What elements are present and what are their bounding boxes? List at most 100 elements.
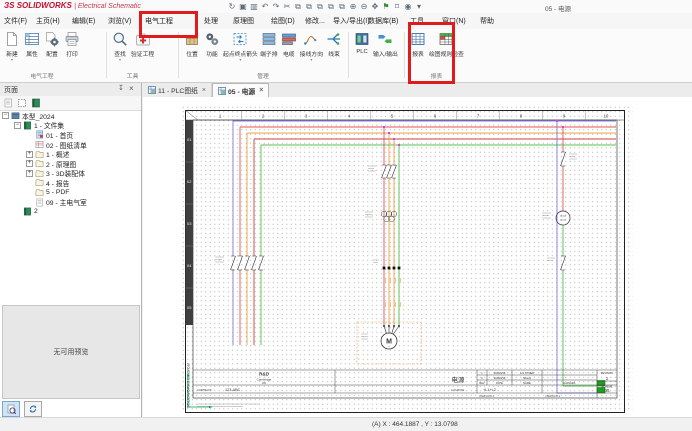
inputs-outputs-icon	[377, 31, 393, 47]
refresh-icon[interactable]: ↻	[228, 2, 236, 12]
column-number: 7	[477, 114, 480, 119]
tree-item-1[interactable]: −本型_2024	[0, 111, 141, 121]
tree-item-label: 02 - 图纸清单	[46, 140, 87, 150]
tab-label: 05 - 电源	[228, 86, 255, 96]
clipboard-icon[interactable]: ⧉	[338, 2, 346, 12]
tab-close-icon[interactable]: ×	[259, 87, 263, 94]
expand-icon[interactable]: +	[26, 151, 33, 158]
menu-item-14[interactable]: 帮助	[480, 16, 494, 26]
ribbon-button-configuration[interactable]: 配置	[42, 29, 62, 58]
expand-icon[interactable]: +	[26, 160, 33, 167]
menu-item-3[interactable]: 编辑(E)	[72, 16, 95, 26]
row-label: 04	[187, 263, 192, 268]
tree-item-4[interactable]: 02 - 图纸清单	[0, 140, 141, 150]
zoom-window-icon[interactable]: ⌑	[393, 2, 401, 12]
save-icon[interactable]: ▣	[239, 2, 247, 12]
menu-item-2[interactable]: 主页(H)	[36, 16, 60, 26]
collapse-icon[interactable]: −	[2, 112, 9, 119]
page-icon[interactable]	[3, 98, 13, 108]
tree-item-10[interactable]: 09 - 主电气室	[0, 197, 141, 207]
location-label: LOCATION:	[451, 388, 465, 392]
ribbon-button-label: 属性	[26, 49, 38, 58]
collapse-icon[interactable]: −	[14, 122, 21, 129]
company-country: UK	[262, 381, 266, 385]
zoom-in-icon[interactable]: ⊕	[349, 2, 357, 12]
tree-item-6[interactable]: +2 - 原理图	[0, 159, 141, 169]
document-tab-bar: 11 - PLC图纸× 05 - 电源 ×	[143, 83, 692, 98]
contract-label: CONTRACT:	[197, 388, 212, 392]
dropdown-icon[interactable]: ▾	[415, 2, 423, 12]
menu-item-6[interactable]: 处理	[204, 16, 218, 26]
close-icon[interactable]: ×	[129, 84, 134, 93]
pin-icon[interactable]: ↧	[118, 84, 124, 92]
help-icon[interactable]: ◉	[404, 2, 412, 12]
tree-item-8[interactable]: 4 - 报告	[0, 178, 141, 188]
ribbon-button-terminal-strip[interactable]: 端子排	[259, 29, 279, 58]
copy-icon[interactable]: ⧉	[294, 2, 302, 12]
ribbon-button-find[interactable]: 查找▾	[110, 29, 130, 61]
drawing-canvas[interactable]: 12345678910 0102030405	[143, 97, 692, 417]
menu-item-11[interactable]: 数据库(B)	[368, 16, 398, 26]
ribbon-button-label: 输入/输出	[373, 49, 398, 58]
preview-toggle-button[interactable]	[2, 401, 20, 417]
preview-empty-text: 无可用预览	[54, 347, 89, 357]
ribbon-button-label: 验证工程	[131, 49, 154, 58]
tree-item-7[interactable]: +3 - 3D装配体	[0, 169, 141, 179]
dropdown-caret-icon[interactable]: ▾	[119, 58, 121, 61]
dropdown-caret-icon[interactable]: ▾	[11, 58, 13, 61]
tree-item-9[interactable]: 5 - PDF	[0, 188, 141, 198]
menu-item-8[interactable]: 绘图(D)	[271, 16, 295, 26]
document-tab-2[interactable]: 05 - 电源 ×	[212, 83, 269, 97]
redo-icon[interactable]: ↷	[272, 2, 280, 12]
ribbon-group-1: 新建▾属性配置打印电气工程	[2, 29, 82, 82]
ribbon: 新建▾属性配置打印电气工程查找▾验证工程工具位置功能起点终点箭头▾端子排电缆接线…	[0, 29, 692, 83]
book-icon[interactable]	[31, 98, 41, 108]
pan-icon[interactable]: ✥	[371, 2, 379, 12]
annotation-box-reports-button	[408, 22, 455, 84]
dropdown-caret-icon[interactable]: ▾	[239, 58, 241, 61]
row-label: 03	[187, 221, 192, 226]
undo-icon[interactable]: ↶	[261, 2, 269, 12]
menu-item-4[interactable]: 浏览(V)	[108, 16, 131, 26]
expand-icon[interactable]: +	[26, 170, 33, 177]
duplicate-icon[interactable]: ⧉	[327, 2, 335, 12]
paste-special-icon[interactable]: ⧉	[316, 2, 324, 12]
ribbon-button-wiring-direction[interactable]: 接线方向▾	[299, 29, 324, 61]
folder-icon	[35, 178, 44, 187]
menu-item-1[interactable]: 文件(F)	[4, 16, 27, 26]
tree-item-3[interactable]: 01 - 首页	[0, 130, 141, 140]
tree-item-2[interactable]: −1 - 文件集	[0, 121, 141, 131]
ribbon-button-function[interactable]: 功能	[202, 29, 222, 58]
tree-item-11[interactable]: 2	[0, 207, 141, 217]
column-number: 10	[604, 114, 609, 119]
document-tab-1[interactable]: 11 - PLC图纸×	[143, 83, 212, 97]
flag-icon[interactable]: ⚑	[382, 2, 390, 12]
ribbon-button-plc[interactable]: PLC	[352, 29, 372, 55]
menu-item-9[interactable]: 修改...	[305, 16, 325, 26]
tab-close-icon[interactable]: ×	[202, 87, 206, 94]
title-bar: ЗS SOLIDWORKS | Electrical Schematic ↻▣▥…	[0, 0, 692, 13]
column-number: 9	[563, 114, 566, 119]
ribbon-button-inputs-outputs[interactable]: 输入/输出	[372, 29, 399, 58]
menu-item-7[interactable]: 原理图	[233, 16, 254, 26]
ribbon-button-new-document[interactable]: 新建▾	[2, 29, 22, 61]
menu-item-10[interactable]: 导入/导出(I)	[333, 16, 370, 26]
schematic-sheet: 12345678910 0102030405	[185, 110, 625, 413]
zoom-out-icon[interactable]: ⊖	[360, 2, 368, 12]
ribbon-group-3: 位置功能起点终点箭头▾端子排电缆接线方向▾线束管理	[182, 29, 344, 82]
ribbon-button-origin-destination-arrow[interactable]: 起点终点箭头▾	[222, 29, 259, 61]
logo-brand: SOLIDWORKS	[17, 1, 72, 10]
refresh-preview-button[interactable]	[24, 401, 42, 417]
ribbon-button-harness[interactable]: 线束	[324, 29, 344, 58]
solidworks-logo: ЗS SOLIDWORKS | Electrical Schematic	[4, 1, 141, 10]
paste-icon[interactable]: ⧉	[305, 2, 313, 12]
dropdown-caret-icon[interactable]: ▾	[310, 58, 312, 61]
cut-icon[interactable]: ✂	[283, 2, 291, 12]
frame-icon[interactable]	[17, 98, 27, 108]
ribbon-button-cable[interactable]: 电缆	[279, 29, 299, 58]
rev-header: DATE	[496, 381, 503, 385]
tree-item-5[interactable]: +1 - 概述	[0, 149, 141, 159]
ribbon-button-print[interactable]: 打印	[62, 29, 82, 58]
print-icon[interactable]: ▥	[250, 2, 258, 12]
ribbon-button-properties[interactable]: 属性	[22, 29, 42, 58]
